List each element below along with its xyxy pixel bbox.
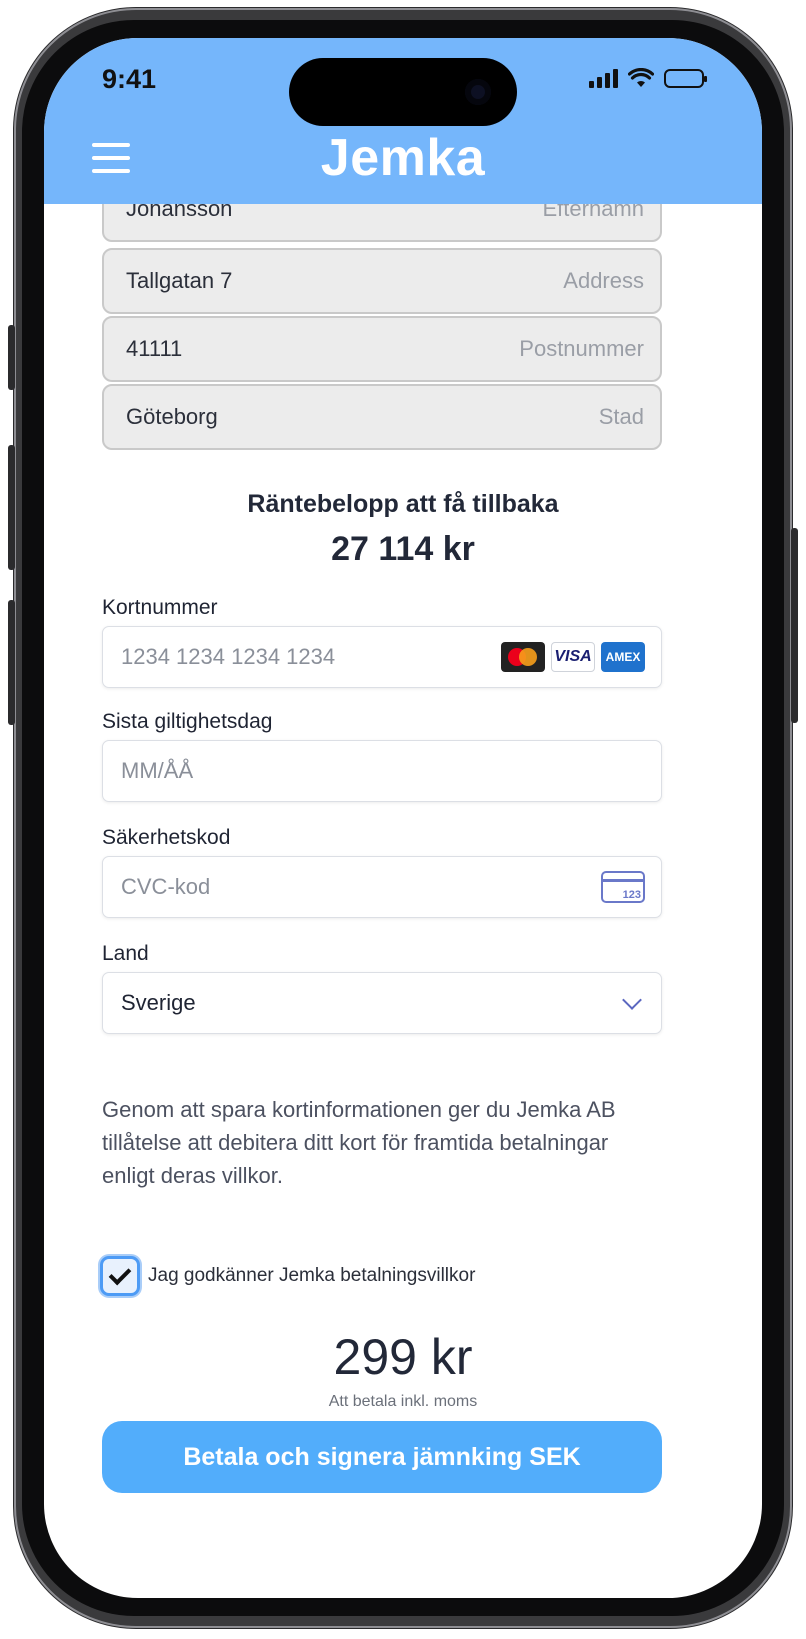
card-number-input[interactable]: 1234 1234 1234 1234 VISA AMEX	[102, 626, 662, 688]
credit-card-cvc-icon: 123	[601, 871, 645, 903]
app-header: 9:41 Jemka	[44, 38, 762, 204]
terms-checkbox[interactable]	[100, 1256, 140, 1296]
expiry-label: Sista giltighetsdag	[102, 710, 273, 733]
refund-amount: 27 114 kr	[331, 530, 475, 568]
city-placeholder: Stad	[598, 404, 644, 429]
country-select[interactable]: Sverige	[102, 972, 662, 1034]
country-selected-value: Sverige	[121, 990, 196, 1015]
visa-icon: VISA	[551, 642, 595, 672]
app-logo: Jemka	[320, 129, 486, 187]
card-brand-logos: VISA AMEX	[501, 642, 645, 672]
pay-and-sign-button[interactable]: Betala och signera jämnking SEK	[102, 1421, 662, 1493]
postcode-value: 41111	[126, 336, 183, 361]
chevron-down-icon	[622, 990, 642, 1010]
expiry-input[interactable]: MM/ÅÅ	[102, 740, 662, 802]
cvc-input[interactable]: CVC-kod 123	[102, 856, 662, 918]
cvc-label: Säkerhetskod	[102, 826, 231, 849]
city-field[interactable]: Göteborg Stad	[102, 384, 662, 450]
city-value: Göteborg	[126, 404, 218, 429]
address-value: Tallgatan 7	[126, 268, 233, 293]
postcode-placeholder: Postnummer	[519, 336, 644, 361]
volume-down-button	[8, 600, 15, 725]
mastercard-icon	[501, 642, 545, 672]
action-button	[8, 325, 15, 390]
total-price-note: Att betala inkl. moms	[328, 1393, 478, 1410]
signal-icon	[589, 68, 618, 88]
status-time: 9:41	[102, 64, 157, 94]
status-icons	[589, 68, 707, 88]
power-button	[791, 528, 798, 723]
battery-icon	[664, 68, 707, 88]
total-price: 299 kr	[333, 1329, 473, 1385]
address-field[interactable]: Tallgatan 7 Address	[102, 248, 662, 314]
screen: Johansson Efternamn Tallgatan 7 Address …	[44, 38, 762, 1598]
volume-up-button	[8, 445, 15, 570]
camera-icon	[465, 79, 491, 105]
card-number-placeholder: 1234 1234 1234 1234	[121, 644, 336, 669]
terms-text: Genom att spara kortinformationen ger du…	[102, 1097, 616, 1188]
refund-title: Räntebelopp att få tillbaka	[247, 490, 559, 518]
postcode-field[interactable]: 41111 Postnummer	[102, 316, 662, 382]
country-label: Land	[102, 942, 149, 965]
checkmark-icon	[108, 1262, 132, 1285]
cvc-placeholder: CVC-kod	[121, 874, 211, 899]
terms-checkbox-label[interactable]: Jag godkänner Jemka betalningsvillkor	[148, 1265, 475, 1287]
expiry-placeholder: MM/ÅÅ	[121, 758, 194, 783]
amex-icon: AMEX	[601, 642, 645, 672]
dynamic-island	[289, 58, 517, 126]
wifi-icon	[628, 68, 654, 87]
terms-checkbox-row[interactable]: Jag godkänner Jemka betalningsvillkor	[100, 1256, 475, 1296]
card-number-label: Kortnummer	[102, 596, 218, 619]
address-placeholder: Address	[563, 268, 644, 293]
checkout-form: Johansson Efternamn Tallgatan 7 Address …	[44, 38, 762, 1598]
